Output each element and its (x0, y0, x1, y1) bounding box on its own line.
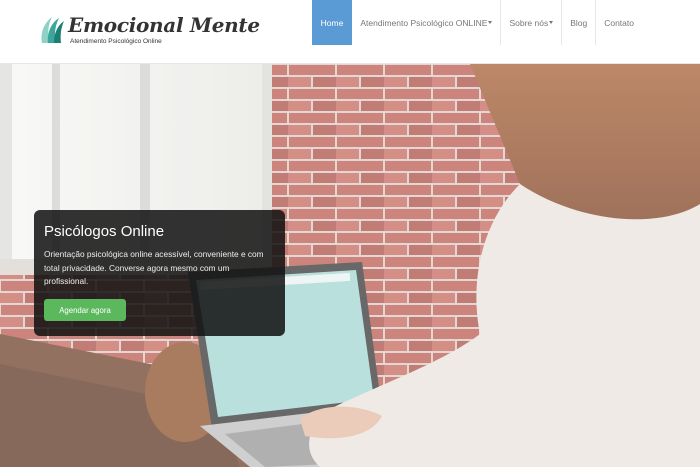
nav-item-blog[interactable]: Blog (562, 0, 597, 45)
caret-down-icon (549, 21, 554, 24)
brand-logo[interactable]: Emocional Mente Atendimento Psicológico … (38, 13, 260, 49)
top-navbar: Emocional Mente Atendimento Psicológico … (0, 0, 700, 64)
nav-item-label: Contato (604, 17, 634, 28)
hero-title: Psicólogos Online (44, 223, 165, 240)
hero-description: Orientação psicológica online acessível,… (44, 249, 264, 286)
nav-item-label: Atendimento Psicológico ONLINE (360, 17, 488, 28)
nav-item-label: Sobre nós (509, 17, 549, 28)
nav-item-label: Home (320, 17, 344, 28)
caret-down-icon (488, 21, 493, 24)
main-nav: Home Atendimento Psicológico ONLINE Sobr… (311, 0, 642, 45)
brand-name: Emocional Mente (68, 13, 260, 37)
nav-item-sobre-nos[interactable]: Sobre nós (501, 0, 563, 45)
nav-item-label: Blog (570, 17, 588, 28)
brand-tagline: Atendimento Psicológico Online (70, 38, 162, 45)
wave-leaf-logo-icon (41, 17, 64, 43)
schedule-now-button[interactable]: Agendar agora (44, 299, 126, 321)
nav-item-contato[interactable]: Contato (596, 0, 642, 45)
nav-item-atendimento[interactable]: Atendimento Psicológico ONLINE (352, 0, 502, 45)
hero-card: Psicólogos Online Orientação psicológica… (34, 210, 285, 336)
hero-section: Psicólogos Online Orientação psicológica… (0, 64, 700, 467)
nav-item-home[interactable]: Home (311, 0, 353, 45)
